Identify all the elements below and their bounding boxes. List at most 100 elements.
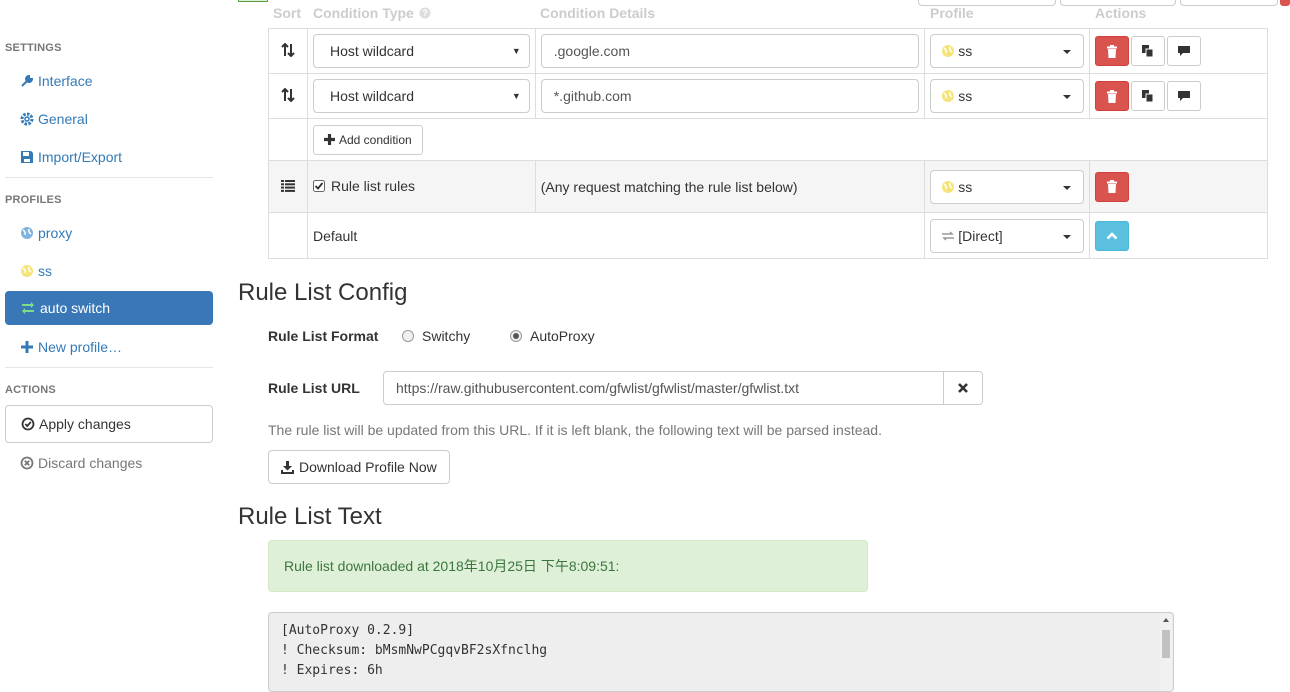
nav-import-export-label: Import/Export (38, 149, 123, 165)
table-header: Sort Condition Type ? Condition Details … (268, 0, 1268, 28)
radio-icon[interactable] (402, 330, 414, 342)
add-condition-button[interactable]: Add condition (312, 124, 423, 155)
plus-icon (323, 134, 335, 145)
profile-select[interactable]: ss (930, 34, 1085, 68)
nav-interface[interactable]: Interface (5, 64, 213, 98)
table-row: Default [Direct] (268, 212, 1268, 259)
copy-icon (1142, 45, 1154, 57)
note-button[interactable] (1167, 36, 1202, 66)
comment-icon (1178, 91, 1191, 101)
sort-handle[interactable] (268, 28, 308, 74)
check-circle-icon (21, 417, 35, 431)
radio-switchy-label: Switchy (422, 328, 471, 344)
condition-type-select[interactable]: Host wildcard ▼ (312, 79, 530, 113)
text-line: ! Expires: 6h (281, 663, 383, 678)
apply-changes-button[interactable]: Apply changes (5, 405, 213, 443)
add-condition-label: Add condition (338, 132, 412, 147)
actions-header: ACTIONS (5, 384, 56, 396)
nav-new-profile[interactable]: New profile… (5, 330, 213, 364)
rule-list-config-title: Rule List Config (238, 279, 408, 306)
clone-button[interactable] (1131, 81, 1166, 111)
header-condition-details: Condition Details (540, 5, 656, 21)
scrollbar[interactable] (1160, 614, 1172, 691)
rule-list-url-label: Rule List URL (268, 380, 360, 396)
rule-list-format-label: Rule List Format (268, 328, 379, 344)
clear-url-button[interactable] (943, 372, 982, 404)
nav-new-profile-label: New profile… (38, 339, 123, 355)
trash-icon (1107, 44, 1118, 58)
condition-type-value: Host wildcard (329, 88, 414, 104)
switch-rules-table: Host wildcard ▼ .google.com ss Host wildc… (268, 28, 1269, 259)
caret-icon (1063, 50, 1072, 54)
copy-icon (1142, 90, 1154, 102)
nav-profile-auto-switch[interactable]: auto switch (5, 291, 213, 325)
default-profile-select[interactable]: [Direct] (930, 218, 1085, 253)
caret-icon: ▼ (511, 46, 521, 56)
text-line: [AutoProxy 0.2.9] (281, 623, 415, 638)
profile-value: [Direct] (958, 227, 1003, 244)
rule-list-checkbox-label[interactable]: Rule list rules (312, 178, 415, 194)
discard-changes-button[interactable]: Discard changes (5, 446, 213, 480)
rule-list-details: (Any request matching the rule list belo… (534, 160, 926, 213)
scrollbar-thumb[interactable] (1162, 630, 1170, 658)
list-handle (268, 160, 308, 213)
exchange-icon (942, 230, 955, 241)
table-row: Host wildcard ▼ .google.com ss (268, 28, 1268, 74)
radio-autoproxy-label: AutoProxy (530, 328, 595, 344)
radio-autoproxy[interactable]: AutoProxy (510, 328, 595, 344)
condition-details-input[interactable]: .google.com (540, 34, 920, 68)
delete-button[interactable] (1095, 81, 1130, 111)
question-icon[interactable]: ? (419, 7, 431, 19)
nav-general[interactable]: General (5, 102, 213, 136)
list-icon (280, 179, 295, 192)
rule-list-label: Rule list rules (330, 178, 415, 194)
nav-profile-ss-label: ss (38, 263, 52, 279)
nav-profile-ss[interactable]: ss (5, 254, 213, 288)
nav-interface-label: Interface (38, 73, 93, 89)
profile-select[interactable]: ss (930, 169, 1085, 204)
nav-profile-proxy-label: proxy (38, 225, 73, 241)
globe-icon (942, 45, 955, 57)
download-status-alert: Rule list downloaded at 2018年10月25日 下午8:… (268, 540, 868, 592)
divider (5, 177, 213, 178)
partial-delete-button[interactable] (1280, 0, 1290, 6)
globe-icon (942, 180, 955, 193)
profile-value: ss (958, 88, 973, 104)
trash-icon (1107, 89, 1118, 103)
sort-icon[interactable] (281, 42, 295, 57)
clone-button[interactable] (1131, 36, 1166, 66)
retweet-icon (22, 302, 34, 314)
svg-text:?: ? (422, 8, 428, 18)
radio-switchy[interactable]: Switchy (402, 328, 470, 344)
header-sort: Sort (273, 5, 301, 21)
chevron-up-icon (1106, 231, 1118, 239)
gear-icon (20, 112, 34, 126)
delete-button[interactable] (1095, 36, 1130, 66)
close-icon (958, 383, 968, 393)
condition-type-select[interactable]: Host wildcard ▼ (312, 34, 530, 68)
globe-icon (942, 90, 955, 102)
note-button[interactable] (1167, 81, 1202, 111)
checkbox-checked-icon[interactable] (312, 180, 325, 192)
profile-select[interactable]: ss (930, 79, 1085, 113)
partial-button[interactable] (238, 0, 268, 2)
rule-list-url-input[interactable]: https://raw.githubusercontent.com/gfwlis… (384, 372, 943, 404)
download-profile-button[interactable]: Download Profile Now (268, 450, 450, 484)
nav-profile-proxy[interactable]: proxy (5, 216, 213, 250)
radio-selected-icon[interactable] (510, 330, 522, 342)
nav-import-export[interactable]: Import/Export (5, 140, 213, 174)
plus-icon (21, 341, 33, 353)
download-icon (281, 460, 294, 474)
condition-details-input[interactable]: *.github.com (540, 79, 920, 113)
delete-button[interactable] (1095, 171, 1130, 202)
scroll-up-arrow-icon[interactable] (1163, 618, 1169, 622)
scroll-up-button[interactable] (1095, 220, 1130, 251)
rule-list-textarea[interactable]: [AutoProxy 0.2.9] ! Checksum: bMsmNwPCgq… (268, 612, 1174, 692)
default-label: Default (306, 212, 926, 259)
caret-icon (1063, 234, 1072, 239)
sort-handle[interactable] (268, 73, 308, 119)
sort-icon[interactable] (281, 87, 295, 102)
apply-changes-label: Apply changes (39, 416, 131, 432)
divider (5, 367, 213, 368)
caret-icon (1063, 185, 1072, 190)
